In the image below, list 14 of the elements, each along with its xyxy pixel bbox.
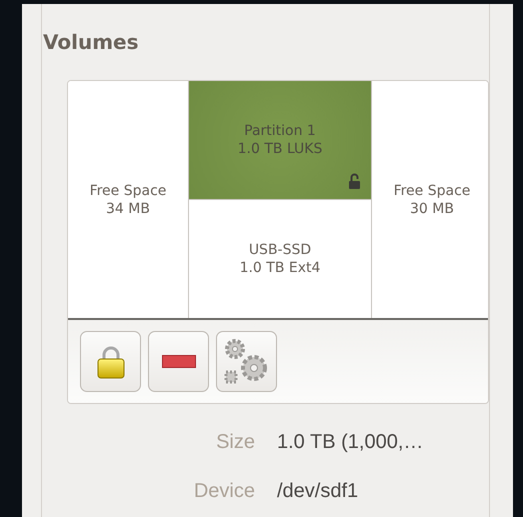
padlock-icon <box>96 344 126 378</box>
volume-label: Partition 1 1.0 TB LUKS <box>238 122 322 158</box>
section-title: Volumes <box>42 29 140 54</box>
minus-icon <box>162 355 196 368</box>
volume-label: Free Space 30 MB <box>394 182 470 218</box>
field-value: /dev/sdf1 <box>277 479 360 504</box>
field-label: Size <box>215 430 255 455</box>
unlock-button[interactable] <box>80 331 141 392</box>
field-value: 1.0 TB (1,000,… <box>277 430 424 455</box>
volume-label: USB-SSD 1.0 TB Ext4 <box>240 241 320 277</box>
delete-button[interactable] <box>148 331 209 392</box>
field-label: Device <box>192 479 255 504</box>
volume-label: Free Space 34 MB <box>90 182 166 218</box>
settings-button[interactable] <box>216 331 277 392</box>
